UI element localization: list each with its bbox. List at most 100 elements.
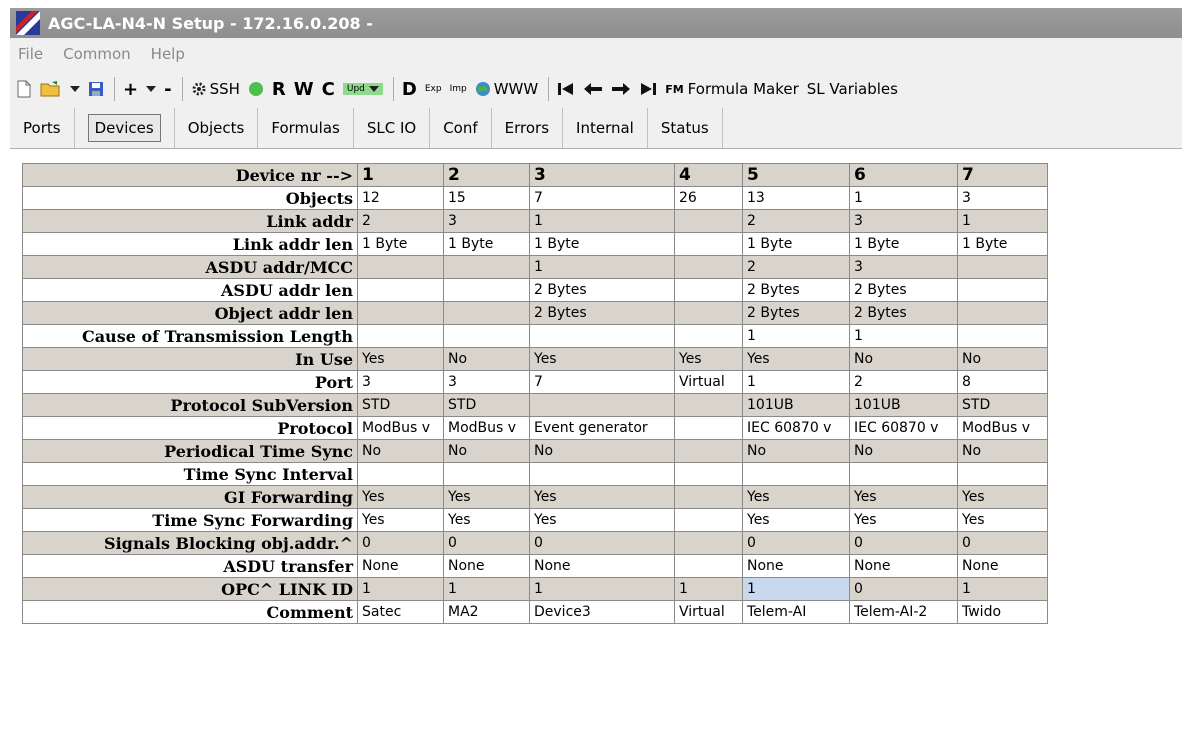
table-cell[interactable]: Yes <box>742 347 850 371</box>
table-cell[interactable]: 0 <box>529 531 675 555</box>
table-cell[interactable]: Virtual <box>674 370 743 394</box>
table-cell[interactable]: 2 Bytes <box>742 278 850 302</box>
table-cell[interactable] <box>529 324 675 348</box>
import-button[interactable]: Imp <box>450 84 467 94</box>
table-cell[interactable]: Twido <box>957 600 1048 624</box>
table-cell[interactable]: No <box>443 439 530 463</box>
table-cell[interactable] <box>674 508 743 532</box>
table-cell[interactable]: 1 <box>742 370 850 394</box>
export-button[interactable]: Exp <box>425 84 442 94</box>
table-cell[interactable]: 1 <box>529 255 675 279</box>
table-cell[interactable] <box>674 209 743 233</box>
last-icon[interactable] <box>639 81 657 97</box>
table-cell[interactable]: 15 <box>443 186 530 210</box>
table-cell[interactable]: Device3 <box>529 600 675 624</box>
table-cell[interactable] <box>957 278 1048 302</box>
table-cell[interactable]: 2 Bytes <box>849 301 958 325</box>
table-cell[interactable] <box>674 301 743 325</box>
table-cell[interactable]: 7 <box>529 186 675 210</box>
table-cell[interactable] <box>674 232 743 256</box>
table-cell[interactable]: None <box>529 554 675 578</box>
chevron-down-icon[interactable] <box>146 85 157 93</box>
table-cell[interactable]: 2 <box>742 209 850 233</box>
table-cell[interactable]: 3 <box>849 255 958 279</box>
tab-slc-io[interactable]: SLC IO <box>354 108 431 148</box>
table-cell[interactable]: 1 Byte <box>529 232 675 256</box>
table-cell[interactable]: STD <box>357 393 444 417</box>
table-cell[interactable]: ModBus v <box>357 416 444 440</box>
table-cell[interactable]: No <box>742 439 850 463</box>
tab-conf[interactable]: Conf <box>430 108 492 148</box>
table-cell[interactable] <box>674 393 743 417</box>
table-cell[interactable]: Telem-AI-2 <box>849 600 958 624</box>
table-cell[interactable] <box>674 324 743 348</box>
menu-file[interactable]: File <box>18 45 43 63</box>
table-cell[interactable] <box>674 278 743 302</box>
new-file-icon[interactable] <box>16 80 32 98</box>
table-cell[interactable]: Yes <box>357 485 444 509</box>
table-cell[interactable]: 1 <box>674 577 743 601</box>
first-icon[interactable] <box>557 81 575 97</box>
table-cell[interactable] <box>357 324 444 348</box>
table-cell[interactable]: Yes <box>742 508 850 532</box>
table-cell[interactable] <box>357 255 444 279</box>
table-cell[interactable]: 2 <box>849 370 958 394</box>
table-cell[interactable]: 1 Byte <box>957 232 1048 256</box>
table-cell[interactable]: 1 <box>443 577 530 601</box>
tab-devices[interactable]: Devices <box>75 108 175 148</box>
table-cell[interactable]: Yes <box>849 485 958 509</box>
table-cell[interactable]: Yes <box>357 347 444 371</box>
table-cell[interactable]: Yes <box>357 508 444 532</box>
table-cell[interactable]: 1 <box>957 577 1048 601</box>
d-button[interactable]: D <box>402 79 417 100</box>
table-cell[interactable]: None <box>742 554 850 578</box>
table-cell[interactable]: 0 <box>849 577 958 601</box>
table-cell[interactable]: 0 <box>957 531 1048 555</box>
table-cell[interactable]: ModBus v <box>443 416 530 440</box>
table-cell[interactable]: No <box>957 347 1048 371</box>
table-cell[interactable] <box>674 462 743 486</box>
table-cell[interactable]: 13 <box>742 186 850 210</box>
table-cell[interactable]: 2 <box>742 255 850 279</box>
table-cell[interactable] <box>357 462 444 486</box>
table-cell[interactable]: Yes <box>529 508 675 532</box>
table-cell[interactable]: 0 <box>357 531 444 555</box>
table-cell[interactable]: 8 <box>957 370 1048 394</box>
table-cell[interactable]: 2 Bytes <box>529 301 675 325</box>
table-cell[interactable]: 1 <box>529 209 675 233</box>
table-cell[interactable] <box>957 462 1048 486</box>
table-cell[interactable]: IEC 60870 v <box>742 416 850 440</box>
table-cell[interactable] <box>443 462 530 486</box>
table-cell[interactable]: None <box>357 554 444 578</box>
table-cell[interactable]: No <box>443 347 530 371</box>
table-cell[interactable]: Yes <box>849 508 958 532</box>
table-cell[interactable]: 1 <box>957 209 1048 233</box>
table-cell[interactable]: 2 Bytes <box>742 301 850 325</box>
ssh-button[interactable]: SSH <box>191 80 240 98</box>
write-button[interactable]: W <box>294 79 314 100</box>
table-cell[interactable]: Telem-AI <box>742 600 850 624</box>
table-cell[interactable]: None <box>957 554 1048 578</box>
table-cell[interactable]: 3 <box>957 186 1048 210</box>
table-cell[interactable]: 7 <box>529 370 675 394</box>
table-cell[interactable]: No <box>849 347 958 371</box>
table-cell[interactable] <box>674 531 743 555</box>
table-cell[interactable]: Yes <box>443 508 530 532</box>
table-cell[interactable] <box>674 416 743 440</box>
table-cell[interactable]: 1 Byte <box>443 232 530 256</box>
read-button[interactable]: R <box>272 79 286 100</box>
menu-common[interactable]: Common <box>63 45 131 63</box>
table-cell[interactable]: Yes <box>957 508 1048 532</box>
table-cell[interactable] <box>443 324 530 348</box>
table-cell[interactable]: STD <box>957 393 1048 417</box>
table-cell[interactable]: 3 <box>443 370 530 394</box>
tab-ports[interactable]: Ports <box>10 108 75 148</box>
table-cell[interactable]: STD <box>443 393 530 417</box>
table-cell[interactable]: Yes <box>957 485 1048 509</box>
table-cell[interactable]: 1 Byte <box>357 232 444 256</box>
table-cell[interactable] <box>357 278 444 302</box>
table-cell[interactable]: Virtual <box>674 600 743 624</box>
table-cell[interactable]: Yes <box>742 485 850 509</box>
table-cell[interactable]: Satec <box>357 600 444 624</box>
table-cell[interactable]: IEC 60870 v <box>849 416 958 440</box>
